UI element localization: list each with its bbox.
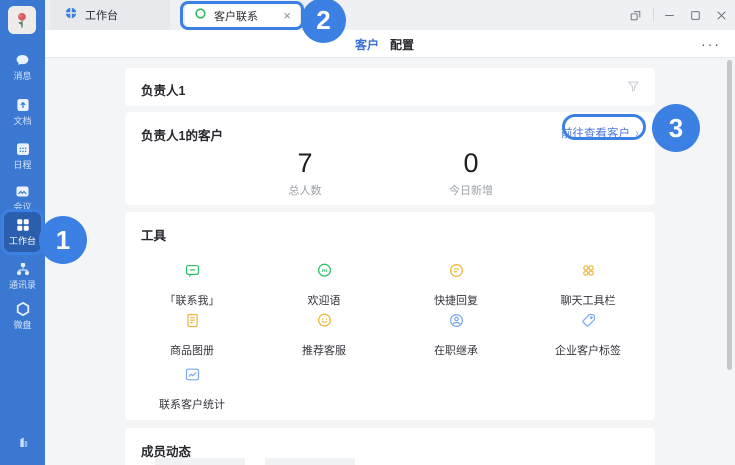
chat-toolbar-icon: [580, 262, 597, 284]
annotation-step-1: 1: [39, 216, 87, 264]
tools-card: 工具 「联系我」 HI 欢迎语: [125, 212, 655, 420]
stat-new-today: 0 今日新增: [391, 148, 551, 198]
sidebar-item-drive[interactable]: 微盘: [0, 300, 45, 330]
more-menu-button[interactable]: ···: [701, 30, 721, 58]
sidebar-item-label: 文档: [13, 116, 31, 126]
tool-product-catalog[interactable]: 商品图册: [126, 312, 258, 358]
member-activity-tab[interactable]: [265, 458, 355, 465]
minimize-button[interactable]: [655, 0, 683, 30]
annotation-highlight-view-link: [562, 114, 646, 140]
close-button[interactable]: [707, 0, 735, 30]
drive-icon: [14, 300, 32, 318]
sidebar-item-label: 通讯录: [9, 280, 36, 290]
sidebar-item-calendar[interactable]: 日程: [0, 140, 45, 170]
tool-job-inheritance[interactable]: 在职继承: [390, 312, 522, 358]
customer-stats-icon: [184, 366, 201, 388]
controls-divider: [653, 8, 654, 22]
sidebar-item-meetings[interactable]: 会议: [0, 183, 45, 212]
job-inheritance-icon: [448, 312, 465, 334]
sidebar-item-label: 日程: [13, 160, 31, 170]
tool-customer-stats[interactable]: 联系客户统计: [126, 366, 258, 412]
annotation-step-3: 3: [652, 104, 700, 152]
maximize-button[interactable]: [681, 0, 709, 30]
docs-icon: [14, 96, 32, 114]
message-icon: [13, 52, 32, 69]
customer-tag-icon: [580, 312, 597, 334]
annotation-highlight-workbench: [1, 209, 44, 255]
tool-chat-toolbar[interactable]: 聊天工具栏: [522, 262, 654, 308]
contact-me-icon: [184, 262, 201, 284]
stat-new-label: 今日新增: [391, 182, 551, 198]
stat-total-customers: 7 总人数: [225, 148, 385, 198]
tool-recommend-service[interactable]: 推荐客服: [258, 312, 390, 358]
sidebar-item-contacts[interactable]: 通讯录: [0, 260, 45, 290]
user-avatar[interactable]: [8, 6, 36, 34]
tool-label: 聊天工具栏: [561, 292, 616, 308]
owner-filter-label: 负责人1: [141, 80, 185, 99]
subheader: 客户 配置 ···: [45, 30, 735, 58]
tab-customers[interactable]: 客户: [355, 30, 379, 58]
tools-title: 工具: [141, 225, 166, 244]
sidebar-item-label: 消息: [13, 71, 31, 81]
tab-workbench-label: 工作台: [85, 7, 118, 23]
sidebar-item-label: 微盘: [13, 320, 31, 330]
stat-total-value: 7: [225, 148, 385, 178]
annotation-step-2: 2: [301, 0, 346, 43]
tool-label: 快捷回复: [434, 292, 478, 308]
contacts-icon: [14, 260, 32, 278]
app-window: 工作台 客户联系 × 客户 配置 ···: [0, 0, 735, 465]
quick-reply-icon: [448, 262, 465, 284]
tool-label: 推荐客服: [302, 342, 346, 358]
calendar-icon: [14, 140, 32, 158]
sidebar-item-docs[interactable]: 文档: [0, 96, 45, 126]
welcome-message-icon: HI: [316, 262, 333, 284]
stat-new-value: 0: [391, 148, 551, 178]
workspace-icon: [14, 432, 32, 450]
tab-workbench[interactable]: 工作台: [50, 0, 170, 30]
member-activity-card: 成员动态: [125, 428, 655, 465]
tool-label: 联系客户统计: [159, 396, 225, 412]
meeting-icon: [13, 183, 32, 200]
owner-customers-title: 负责人1的客户: [141, 125, 223, 144]
vertical-scrollbar-thumb[interactable]: [727, 60, 732, 370]
popout-window-icon[interactable]: [621, 0, 649, 30]
tab-config[interactable]: 配置: [390, 30, 414, 58]
sidebar-item-messages[interactable]: 消息: [0, 52, 45, 81]
product-catalog-icon: [184, 312, 201, 334]
tool-label: 企业客户标签: [555, 342, 621, 358]
tool-contact-me[interactable]: 「联系我」: [126, 262, 258, 308]
recommend-service-icon: [316, 312, 333, 334]
tool-welcome-message[interactable]: HI 欢迎语: [258, 262, 390, 308]
member-activity-tab[interactable]: [155, 458, 245, 465]
sidebar-item-workspace[interactable]: [0, 432, 45, 450]
tool-label: 「联系我」: [165, 292, 220, 308]
filter-icon[interactable]: [626, 79, 641, 99]
stat-total-label: 总人数: [225, 182, 385, 198]
titlebar: 工作台 客户联系 ×: [45, 0, 735, 30]
owner-filter-card: 负责人1: [125, 68, 655, 106]
tool-quick-reply[interactable]: 快捷回复: [390, 262, 522, 308]
tool-label: 商品图册: [170, 342, 214, 358]
svg-text:HI: HI: [322, 268, 328, 274]
tool-label: 在职继承: [434, 342, 478, 358]
annotation-highlight-customer-tab: [180, 1, 304, 30]
workbench-clover-icon: [64, 6, 78, 25]
tool-customer-tags[interactable]: 企业客户标签: [522, 312, 654, 358]
tool-label: 欢迎语: [308, 292, 341, 308]
